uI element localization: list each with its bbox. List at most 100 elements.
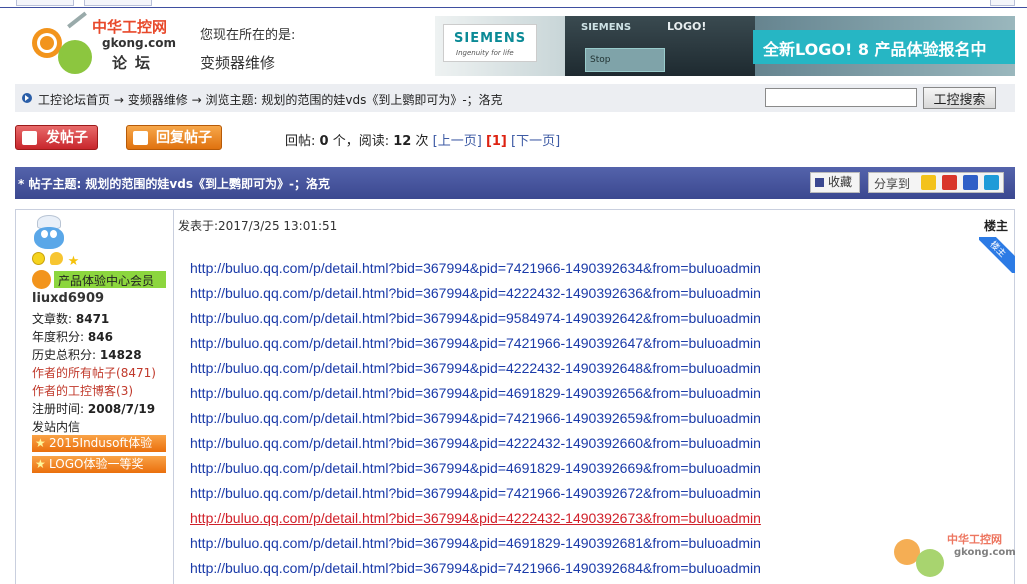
siemens-logo-banner[interactable]: SIEMENS Ingenuity for life SIEMENS LOGO!…	[435, 16, 1015, 76]
weibo-share-icon[interactable]	[942, 175, 957, 190]
author-all-posts-link[interactable]: 作者的所有帖子(8471)	[32, 364, 156, 381]
medal-badge[interactable]: ★ 2015Indusoft体验	[32, 435, 166, 452]
reads-count: 12	[393, 134, 412, 149]
banner-promo-bar: 全新LOGO! 8 产品体验报名中	[753, 30, 1015, 64]
sun-icon	[32, 252, 45, 265]
post-link[interactable]: http://buluo.qq.com/p/detail.html?bid=36…	[190, 460, 761, 485]
more-share-icon[interactable]	[984, 175, 999, 190]
blog-count: (3)	[116, 384, 134, 398]
device-logo-text: LOGO!	[667, 20, 707, 33]
register-line: 注册时间: 2008/7/19	[32, 400, 155, 417]
share-box: 分享到	[868, 172, 1004, 193]
top-strip-tab	[84, 0, 152, 6]
avatar-eye	[41, 230, 48, 238]
avatar[interactable]	[31, 215, 67, 251]
author-blog-link[interactable]: 作者的工控博客(3)	[32, 382, 133, 399]
posted-time: 2017/3/25 13:01:51	[218, 219, 338, 233]
member-level-badge: 产品体验中心会员	[32, 269, 166, 290]
location-value: 变频器维修	[200, 54, 276, 72]
device-screen-text: Stop	[590, 55, 611, 65]
articles-line: 文章数: 8471	[32, 310, 109, 327]
top-strip-tab	[990, 0, 1015, 6]
register-date: 2008/7/19	[87, 402, 156, 416]
star-icon: ★	[35, 457, 46, 471]
logo-site-name: 中华工控网	[92, 18, 168, 36]
member-level-label: 产品体验中心会员	[58, 274, 155, 288]
all-posts-label: 作者的所有帖子	[32, 366, 117, 380]
watermark-site-name: 中华工控网	[947, 533, 1002, 546]
moon-icon	[49, 252, 63, 265]
post-link[interactable]: http://buluo.qq.com/p/detail.html?bid=36…	[190, 435, 761, 460]
year-points-value: 846	[87, 330, 113, 344]
post-link[interactable]: http://buluo.qq.com/p/detail.html?bid=36…	[190, 385, 761, 410]
post-link-list: http://buluo.qq.com/p/detail.html?bid=36…	[190, 260, 761, 584]
breadcrumb-browse-label: 浏览主题:	[205, 93, 258, 107]
replies-label: 回帖:	[285, 134, 316, 149]
post-link[interactable]: http://buluo.qq.com/p/detail.html?bid=36…	[190, 510, 761, 535]
search-input[interactable]	[765, 88, 917, 107]
reply-label: 回复帖子	[156, 130, 212, 146]
total-points-label: 历史总积分:	[32, 348, 97, 362]
star-icon: ★	[35, 436, 46, 450]
member-level-bar: 产品体验中心会员	[54, 271, 166, 288]
breadcrumb-separator: →	[191, 93, 202, 107]
year-points-line: 年度积分: 846	[32, 328, 113, 345]
post-link[interactable]: http://buluo.qq.com/p/detail.html?bid=36…	[190, 285, 761, 310]
baidu-share-icon[interactable]	[963, 175, 978, 190]
qzone-share-icon[interactable]	[921, 175, 936, 190]
topic-title: * 帖子主题: 规划的范围的娃vds《到上鹦即可为》-；洛克	[18, 177, 330, 191]
topic-header-bar: * 帖子主题: 规划的范围的娃vds《到上鹦即可为》-；洛克 收藏 分享到	[15, 167, 1015, 199]
banner-brand: SIEMENS	[454, 31, 527, 46]
reply-button[interactable]: 回复帖子	[126, 125, 222, 150]
medal-label: LOGO体验一等奖	[49, 457, 144, 471]
author-username[interactable]: liuxd6909	[32, 291, 104, 306]
total-points-value: 14828	[99, 348, 142, 362]
blog-label: 作者的工控博客	[32, 384, 117, 398]
send-message-link[interactable]: 发站内信	[32, 418, 80, 435]
breadcrumb-bar: 工控论坛首页 → 变频器维修 → 浏览主题: 规划的范围的娃vds《到上鹦即可为…	[15, 84, 1015, 112]
current-page: [1]	[485, 134, 507, 149]
watermark-domain: gkong.com	[954, 547, 1016, 558]
register-label: 注册时间:	[32, 402, 85, 416]
edit-icon	[22, 131, 37, 145]
medal-badge[interactable]: ★ LOGO体验一等奖	[32, 456, 166, 473]
favorite-button[interactable]: 收藏	[810, 172, 860, 193]
siemens-brand-box: SIEMENS Ingenuity for life	[443, 24, 537, 62]
replies-unit: 个，阅读:	[332, 134, 390, 149]
post-link[interactable]: http://buluo.qq.com/p/detail.html?bid=36…	[190, 260, 761, 285]
prev-page-link[interactable]: [上一页]	[433, 134, 482, 149]
author-panel: ★ 产品体验中心会员 liuxd6909 文章数: 8471 年度积分: 846…	[16, 210, 174, 584]
avatar-face	[34, 227, 64, 249]
post-link[interactable]: http://buluo.qq.com/p/detail.html?bid=36…	[190, 560, 761, 584]
new-topic-button[interactable]: 发帖子	[15, 125, 98, 150]
new-topic-label: 发帖子	[46, 130, 88, 146]
post-content: 发表于:2017/3/25 13:01:51 楼主 楼主 http://bulu…	[174, 210, 1015, 584]
location-label: 您现在所在的是:	[200, 28, 296, 43]
device-brand: SIEMENS	[581, 22, 632, 33]
post-link[interactable]: http://buluo.qq.com/p/detail.html?bid=36…	[190, 360, 761, 385]
breadcrumb: 工控论坛首页 → 变频器维修 → 浏览主题: 规划的范围的娃vds《到上鹦即可为…	[38, 91, 503, 108]
plus-icon	[815, 178, 824, 187]
avatar-eye	[50, 230, 57, 238]
search-button[interactable]: 工控搜索	[923, 87, 996, 109]
post-meta: 发表于:2017/3/25 13:01:51	[178, 217, 337, 234]
post-link[interactable]: http://buluo.qq.com/p/detail.html?bid=36…	[190, 410, 761, 435]
breadcrumb-category-link[interactable]: 变频器维修	[128, 93, 188, 107]
green-gear-icon	[916, 549, 944, 577]
gear-icon	[32, 270, 51, 289]
year-points-label: 年度积分:	[32, 330, 85, 344]
logo-section: 论坛	[112, 54, 159, 72]
favorite-label: 收藏	[828, 175, 853, 189]
top-strip	[0, 0, 1027, 8]
top-strip-tab	[16, 0, 74, 6]
next-page-link[interactable]: [下一页]	[511, 134, 560, 149]
post-link[interactable]: http://buluo.qq.com/p/detail.html?bid=36…	[190, 535, 761, 560]
green-gear-icon	[58, 40, 92, 74]
post-link[interactable]: http://buluo.qq.com/p/detail.html?bid=36…	[190, 335, 761, 360]
breadcrumb-home-link[interactable]: 工控论坛首页	[38, 93, 110, 107]
post-link[interactable]: http://buluo.qq.com/p/detail.html?bid=36…	[190, 310, 761, 335]
reply-icon	[133, 131, 148, 145]
post-link[interactable]: http://buluo.qq.com/p/detail.html?bid=36…	[190, 485, 761, 510]
site-logo[interactable]: 中华工控网 gkong.com 论坛	[28, 11, 178, 76]
device-screen: Stop	[585, 48, 665, 72]
